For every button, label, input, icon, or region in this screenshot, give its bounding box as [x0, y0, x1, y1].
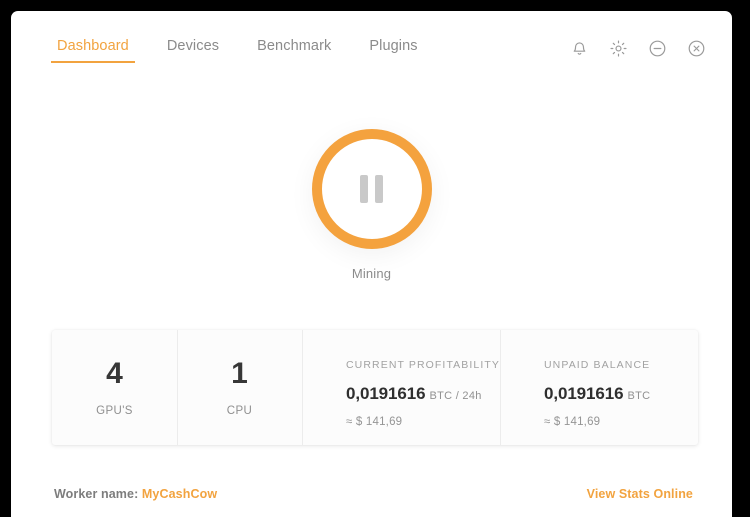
worker-name-value: MyCashCow [141, 487, 218, 501]
stats-panel: 4 GPU'S 1 CPU CURRENT PROFITABILITY 0,01… [52, 330, 698, 445]
unpaid-balance-value-row: 0,0191616 BTC [544, 384, 698, 404]
app-header: Dashboard Devices Benchmark Plugins [11, 11, 732, 81]
unpaid-balance-unit: BTC [627, 390, 651, 402]
profitability-amount: 0,0191616 [346, 384, 426, 403]
pause-icon [360, 175, 383, 203]
tab-dashboard[interactable]: Dashboard [51, 37, 135, 63]
profitability-fiat: ≈ $ 141,69 [346, 416, 403, 428]
tab-benchmark[interactable]: Benchmark [251, 37, 337, 61]
profitability-label: CURRENT PROFITABILITY [346, 359, 500, 371]
profitability-value-row: 0,0191616 BTC / 24h [346, 384, 500, 404]
window-controls [570, 39, 706, 58]
app-footer: Worker name: MyCashCow View Stats Online [11, 455, 732, 517]
cpu-count-label: CPU [226, 404, 253, 417]
tab-devices[interactable]: Devices [161, 37, 225, 61]
stat-card-profitability: CURRENT PROFITABILITY 0,0191616 BTC / 24h… [302, 330, 500, 445]
cpu-count-value: 1 [231, 356, 248, 390]
worker-name-row: Worker name: MyCashCow [54, 487, 217, 501]
tab-plugins[interactable]: Plugins [363, 37, 423, 61]
bell-icon[interactable] [570, 39, 589, 58]
gear-icon[interactable] [609, 39, 628, 58]
mining-toggle-button[interactable] [311, 129, 432, 249]
stat-card-unpaid-balance: UNPAID BALANCE 0,0191616 BTC ≈ $ 141,69 [500, 330, 698, 445]
gpu-count-value: 4 [106, 356, 123, 390]
mining-section: Mining [11, 129, 732, 281]
main-tabbar: Dashboard Devices Benchmark Plugins [51, 37, 424, 63]
profitability-unit: BTC / 24h [429, 390, 482, 402]
stat-card-cpu: 1 CPU [177, 330, 302, 445]
unpaid-balance-fiat: ≈ $ 141,69 [544, 416, 601, 428]
close-icon[interactable] [687, 39, 706, 58]
stat-card-gpu: 4 GPU'S [52, 330, 177, 445]
worker-name-prefix: Worker name: [54, 487, 139, 501]
mining-status-label: Mining [351, 266, 392, 281]
minimize-icon[interactable] [648, 39, 667, 58]
gpu-count-label: GPU'S [96, 404, 133, 417]
unpaid-balance-label: UNPAID BALANCE [544, 359, 651, 371]
unpaid-balance-amount: 0,0191616 [544, 384, 624, 403]
view-stats-online-link[interactable]: View Stats Online [587, 487, 693, 501]
app-window: Dashboard Devices Benchmark Plugins Mini… [11, 11, 732, 517]
